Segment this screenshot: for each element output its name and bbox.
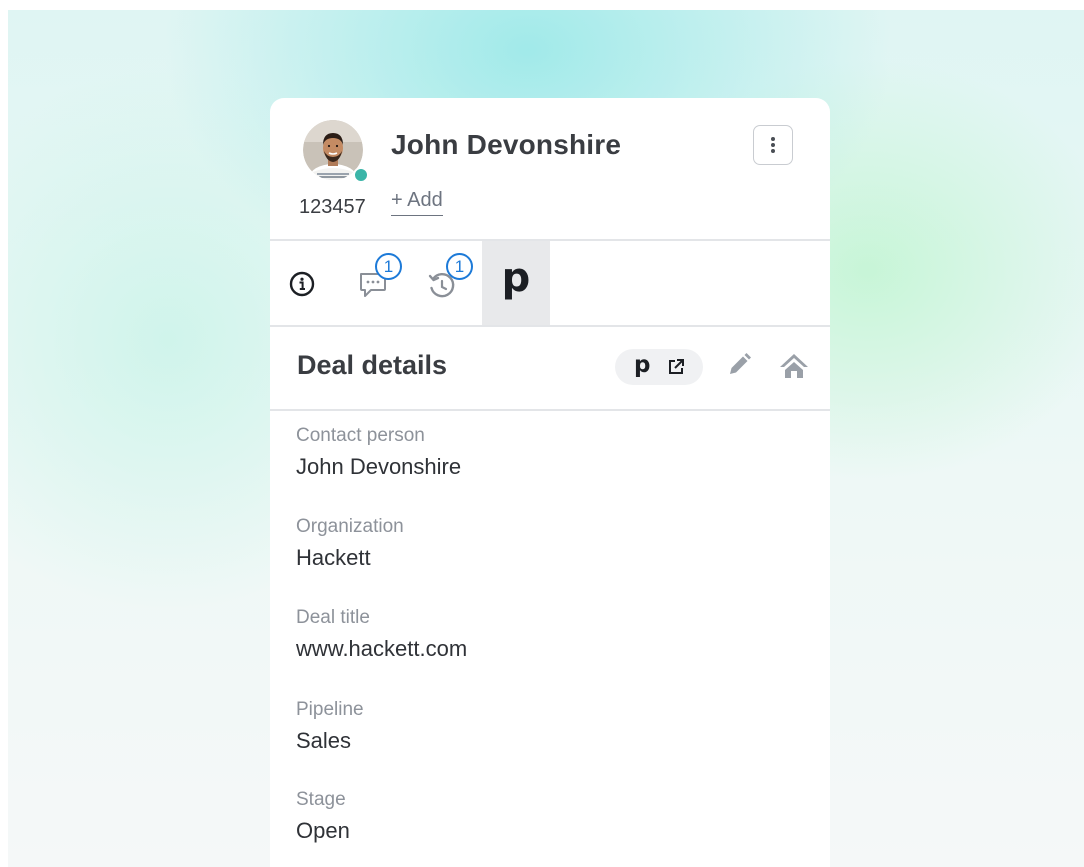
field-value: www.hackett.com [296,636,468,661]
contact-panel: John Devonshire 123457 + Add 1 1 p Deal … [270,98,830,867]
online-status-dot [353,167,369,183]
add-link[interactable]: + Add [391,189,443,216]
tab-history[interactable]: 1 [427,241,473,325]
external-link-icon [669,359,684,374]
more-options-button[interactable] [753,125,793,165]
field-pipeline: Pipeline Sales [296,699,364,754]
notes-count-badge: 1 [375,253,402,280]
tab-info[interactable] [285,241,331,325]
contact-id: 123457 [299,196,366,218]
kebab-menu-icon [771,137,775,153]
home-icon[interactable] [779,352,809,380]
field-value: Open [296,818,350,843]
field-label: Deal title [296,607,370,628]
avatar[interactable] [303,120,369,183]
tab-bar: 1 1 p [270,241,830,327]
contact-header: John Devonshire 123457 + Add [270,98,830,241]
section-title: Deal details [297,350,448,380]
field-deal-title: Deal title www.hackett.com [296,607,467,662]
field-organization: Organization Hackett [296,516,404,571]
field-value: John Devonshire [296,454,462,479]
contact-name: John Devonshire [391,129,622,160]
pipedrive-logo: p [501,255,531,301]
field-label: Stage [296,789,346,810]
field-stage: Stage Open [296,789,350,844]
field-contact-person: Contact person John Devonshire [296,425,461,480]
field-label: Contact person [296,425,425,446]
field-label: Organization [296,516,404,537]
info-icon [289,271,315,297]
pencil-icon[interactable] [726,352,752,378]
field-value: Sales [296,728,352,753]
tab-notes[interactable]: 1 [355,241,402,325]
history-count-badge: 1 [446,253,473,280]
field-value: Hackett [296,545,371,570]
pipedrive-chip-logo: p [634,352,651,378]
field-label: Pipeline [296,699,364,720]
tab-pipedrive[interactable]: p [482,241,550,325]
open-in-pipedrive-button[interactable]: p [615,349,703,385]
deal-details-header: Deal details p [270,327,830,411]
